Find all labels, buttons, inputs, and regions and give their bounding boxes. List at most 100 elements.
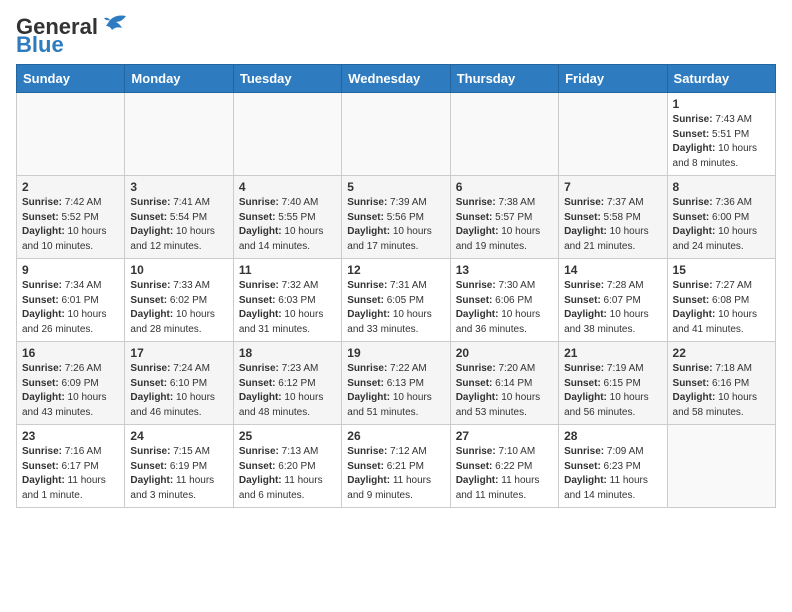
day-number: 19	[347, 346, 444, 360]
day-info: Sunrise: 7:19 AMSunset: 6:15 PMDaylight:…	[564, 362, 661, 420]
day-number: 28	[564, 429, 661, 443]
calendar-cell: 16 Sunrise: 7:26 AMSunset: 6:09 PMDayligh…	[17, 342, 125, 425]
calendar-cell: 19 Sunrise: 7:22 AMSunset: 6:13 PMDayligh…	[342, 342, 450, 425]
calendar-cell: 8 Sunrise: 7:36 AMSunset: 6:00 PMDaylight…	[667, 176, 775, 259]
day-number: 15	[673, 263, 770, 277]
calendar-cell	[450, 93, 558, 176]
col-header-friday: Friday	[559, 65, 667, 93]
calendar-cell	[125, 93, 233, 176]
day-info: Sunrise: 7:20 AMSunset: 6:14 PMDaylight:…	[456, 362, 553, 420]
logo-bird-icon	[100, 12, 128, 38]
calendar-table: SundayMondayTuesdayWednesdayThursdayFrid…	[16, 64, 776, 508]
calendar-week-2: 2 Sunrise: 7:42 AMSunset: 5:52 PMDaylight…	[17, 176, 776, 259]
logo-blue: Blue	[16, 34, 64, 56]
day-number: 7	[564, 180, 661, 194]
day-info: Sunrise: 7:15 AMSunset: 6:19 PMDaylight:…	[130, 445, 227, 503]
day-info: Sunrise: 7:36 AMSunset: 6:00 PMDaylight:…	[673, 196, 770, 254]
day-number: 13	[456, 263, 553, 277]
calendar-cell	[559, 93, 667, 176]
calendar-cell	[17, 93, 125, 176]
day-info: Sunrise: 7:18 AMSunset: 6:16 PMDaylight:…	[673, 362, 770, 420]
calendar-cell: 2 Sunrise: 7:42 AMSunset: 5:52 PMDaylight…	[17, 176, 125, 259]
day-number: 9	[22, 263, 119, 277]
day-number: 6	[456, 180, 553, 194]
calendar-cell: 11Sunrise: 7:32 AMSunset: 6:03 PMDayligh…	[233, 259, 341, 342]
col-header-wednesday: Wednesday	[342, 65, 450, 93]
day-number: 14	[564, 263, 661, 277]
day-info: Sunrise: 7:27 AMSunset: 6:08 PMDaylight:…	[673, 279, 770, 337]
day-info: Sunrise: 7:09 AMSunset: 6:23 PMDaylight:…	[564, 445, 661, 503]
calendar-cell: 23 Sunrise: 7:16 AMSunset: 6:17 PMDayligh…	[17, 425, 125, 508]
calendar-week-5: 23 Sunrise: 7:16 AMSunset: 6:17 PMDayligh…	[17, 425, 776, 508]
day-info: Sunrise: 7:16 AMSunset: 6:17 PMDaylight:…	[22, 445, 119, 503]
day-number: 16	[22, 346, 119, 360]
calendar-cell: 26Sunrise: 7:12 AMSunset: 6:21 PMDayligh…	[342, 425, 450, 508]
day-number: 25	[239, 429, 336, 443]
calendar-cell: 7 Sunrise: 7:37 AMSunset: 5:58 PMDaylight…	[559, 176, 667, 259]
day-info: Sunrise: 7:39 AMSunset: 5:56 PMDaylight:…	[347, 196, 444, 254]
day-number: 20	[456, 346, 553, 360]
calendar-cell: 5 Sunrise: 7:39 AMSunset: 5:56 PMDaylight…	[342, 176, 450, 259]
day-info: Sunrise: 7:42 AMSunset: 5:52 PMDaylight:…	[22, 196, 119, 254]
day-info: Sunrise: 7:37 AMSunset: 5:58 PMDaylight:…	[564, 196, 661, 254]
day-info: Sunrise: 7:31 AMSunset: 6:05 PMDaylight:…	[347, 279, 444, 337]
day-info: Sunrise: 7:33 AMSunset: 6:02 PMDaylight:…	[130, 279, 227, 337]
calendar-cell: 20 Sunrise: 7:20 AMSunset: 6:14 PMDayligh…	[450, 342, 558, 425]
day-info: Sunrise: 7:24 AMSunset: 6:10 PMDaylight:…	[130, 362, 227, 420]
col-header-monday: Monday	[125, 65, 233, 93]
day-number: 23	[22, 429, 119, 443]
day-number: 12	[347, 263, 444, 277]
day-info: Sunrise: 7:13 AMSunset: 6:20 PMDaylight:…	[239, 445, 336, 503]
calendar-cell: 3 Sunrise: 7:41 AMSunset: 5:54 PMDaylight…	[125, 176, 233, 259]
calendar-cell	[342, 93, 450, 176]
calendar-cell: 15 Sunrise: 7:27 AMSunset: 6:08 PMDayligh…	[667, 259, 775, 342]
calendar-cell: 25 Sunrise: 7:13 AMSunset: 6:20 PMDayligh…	[233, 425, 341, 508]
calendar-cell: 6 Sunrise: 7:38 AMSunset: 5:57 PMDaylight…	[450, 176, 558, 259]
logo: General Blue	[16, 16, 128, 56]
calendar-cell: 18 Sunrise: 7:23 AMSunset: 6:12 PMDayligh…	[233, 342, 341, 425]
day-number: 27	[456, 429, 553, 443]
calendar-week-4: 16 Sunrise: 7:26 AMSunset: 6:09 PMDayligh…	[17, 342, 776, 425]
day-number: 3	[130, 180, 227, 194]
day-info: Sunrise: 7:23 AMSunset: 6:12 PMDaylight:…	[239, 362, 336, 420]
day-number: 4	[239, 180, 336, 194]
calendar-week-1: 1 Sunrise: 7:43 AMSunset: 5:51 PMDaylight…	[17, 93, 776, 176]
col-header-thursday: Thursday	[450, 65, 558, 93]
calendar-cell	[233, 93, 341, 176]
calendar-cell: 21 Sunrise: 7:19 AMSunset: 6:15 PMDayligh…	[559, 342, 667, 425]
day-info: Sunrise: 7:43 AMSunset: 5:51 PMDaylight:…	[673, 113, 770, 171]
day-number: 18	[239, 346, 336, 360]
calendar-cell	[667, 425, 775, 508]
calendar-cell: 14 Sunrise: 7:28 AMSunset: 6:07 PMDayligh…	[559, 259, 667, 342]
col-header-saturday: Saturday	[667, 65, 775, 93]
day-number: 10	[130, 263, 227, 277]
calendar-cell: 10 Sunrise: 7:33 AMSunset: 6:02 PMDayligh…	[125, 259, 233, 342]
day-info: Sunrise: 7:30 AMSunset: 6:06 PMDaylight:…	[456, 279, 553, 337]
page-header: General Blue	[16, 16, 776, 56]
day-info: Sunrise: 7:26 AMSunset: 6:09 PMDaylight:…	[22, 362, 119, 420]
calendar-cell: 22 Sunrise: 7:18 AMSunset: 6:16 PMDayligh…	[667, 342, 775, 425]
day-info: Sunrise: 7:38 AMSunset: 5:57 PMDaylight:…	[456, 196, 553, 254]
day-number: 2	[22, 180, 119, 194]
calendar-cell: 27 Sunrise: 7:10 AMSunset: 6:22 PMDayligh…	[450, 425, 558, 508]
calendar-cell: 13 Sunrise: 7:30 AMSunset: 6:06 PMDayligh…	[450, 259, 558, 342]
col-header-tuesday: Tuesday	[233, 65, 341, 93]
calendar-header-row: SundayMondayTuesdayWednesdayThursdayFrid…	[17, 65, 776, 93]
day-number: 17	[130, 346, 227, 360]
day-info: Sunrise: 7:10 AMSunset: 6:22 PMDaylight:…	[456, 445, 553, 503]
day-info: Sunrise: 7:28 AMSunset: 6:07 PMDaylight:…	[564, 279, 661, 337]
day-info: Sunrise: 7:12 AMSunset: 6:21 PMDaylight:…	[347, 445, 444, 503]
day-number: 8	[673, 180, 770, 194]
calendar-cell: 1 Sunrise: 7:43 AMSunset: 5:51 PMDaylight…	[667, 93, 775, 176]
day-info: Sunrise: 7:22 AMSunset: 6:13 PMDaylight:…	[347, 362, 444, 420]
day-info: Sunrise: 7:41 AMSunset: 5:54 PMDaylight:…	[130, 196, 227, 254]
calendar-cell: 9 Sunrise: 7:34 AMSunset: 6:01 PMDaylight…	[17, 259, 125, 342]
day-number: 21	[564, 346, 661, 360]
day-info: Sunrise: 7:34 AMSunset: 6:01 PMDaylight:…	[22, 279, 119, 337]
day-number: 1	[673, 97, 770, 111]
calendar-cell: 4Sunrise: 7:40 AMSunset: 5:55 PMDaylight…	[233, 176, 341, 259]
day-number: 22	[673, 346, 770, 360]
day-number: 5	[347, 180, 444, 194]
calendar-cell: 28 Sunrise: 7:09 AMSunset: 6:23 PMDayligh…	[559, 425, 667, 508]
day-number: 24	[130, 429, 227, 443]
